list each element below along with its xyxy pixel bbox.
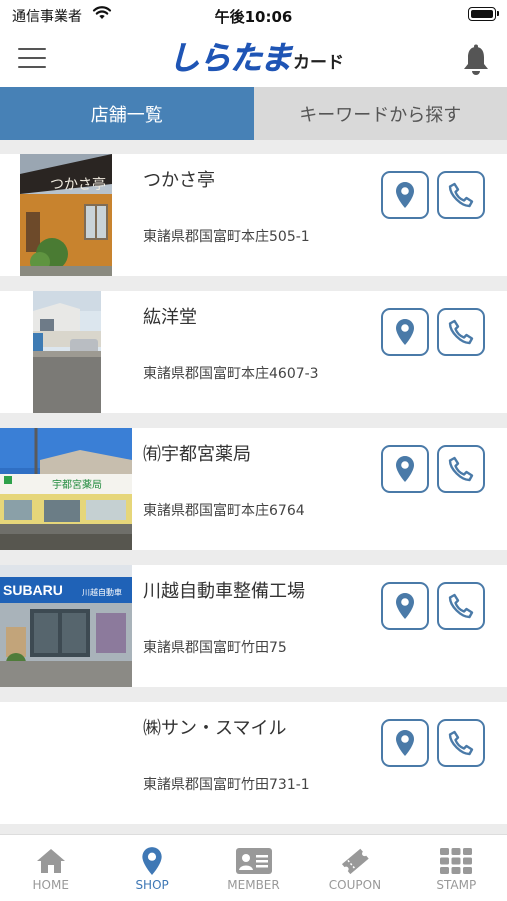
- shop-name: 川越自動車整備工場: [143, 577, 305, 603]
- phone-icon: [448, 319, 474, 345]
- battery-icon: [468, 7, 496, 21]
- shop-address: 東諸県郡国富町本庄505-1: [143, 226, 310, 246]
- logo-sub-text: カード: [293, 48, 344, 73]
- app-logo: しらたま カード: [168, 40, 344, 76]
- ticket-icon: [339, 844, 371, 878]
- shop-list-item[interactable]: SUBARU 川越自動車 川越自動車整備工場 東諸県郡国富町竹田75: [0, 565, 507, 687]
- shop-list-item[interactable]: 宇都宮薬局 ㈲宇都宮薬局 東諸県郡国富町本庄6764: [0, 428, 507, 550]
- shop-name: 紘洋堂: [143, 303, 197, 329]
- phone-button[interactable]: [437, 582, 485, 630]
- tab-keyword-search[interactable]: キーワードから探す: [254, 87, 507, 140]
- tsukasa-sign-text: つかさ亭: [50, 176, 106, 193]
- shop-photo-empty: [0, 702, 132, 824]
- map-pin-icon: [395, 181, 415, 209]
- shop-address: 東諸県郡国富町本庄4607-3: [143, 363, 319, 383]
- logo-main-text: しらたま: [168, 40, 291, 76]
- bell-icon[interactable]: [461, 44, 491, 80]
- phone-icon: [448, 456, 474, 482]
- map-pin-icon: [141, 844, 163, 878]
- tabbar-member[interactable]: MEMBER: [203, 835, 304, 901]
- tabbar-coupon[interactable]: COUPON: [304, 835, 405, 901]
- bottom-tab-bar: HOME SHOP MEMBER COUPON STAMP: [0, 834, 507, 901]
- status-bar: 通信事業者 午後10:06: [0, 0, 507, 30]
- stamp-grid-icon: [439, 844, 473, 878]
- shop-photo: 宇都宮薬局: [0, 428, 132, 550]
- shop-list-item[interactable]: つかさ亭 つかさ亭 東諸県郡国富町本庄505-1: [0, 154, 507, 276]
- phone-icon: [448, 593, 474, 619]
- tab-shop-list[interactable]: 店舗一覧: [0, 87, 254, 140]
- tabbar-home[interactable]: HOME: [0, 835, 101, 901]
- member-card-icon: [235, 844, 273, 878]
- app-header: しらたま カード: [0, 30, 507, 87]
- shop-name: ㈱サン・スマイル: [143, 714, 286, 740]
- phone-button[interactable]: [437, 445, 485, 493]
- map-button[interactable]: [381, 582, 429, 630]
- map-pin-icon: [395, 318, 415, 346]
- shop-name: つかさ亭: [143, 166, 215, 192]
- tabbar-label: HOME: [33, 878, 69, 892]
- shop-address: 東諸県郡国富町本庄6764: [143, 500, 305, 520]
- tabbar-label: SHOP: [135, 878, 168, 892]
- shop-photo: SUBARU 川越自動車: [0, 565, 132, 687]
- shop-list-item[interactable]: ㈱サン・スマイル 東諸県郡国富町竹田731-1: [0, 702, 507, 824]
- tabbar-stamp[interactable]: STAMP: [406, 835, 507, 901]
- shop-list: つかさ亭 つかさ亭 東諸県郡国富町本庄505-1: [0, 154, 507, 839]
- map-pin-icon: [395, 729, 415, 757]
- segment-tabs: 店舗一覧 キーワードから探す: [0, 87, 507, 140]
- map-pin-icon: [395, 455, 415, 483]
- tabbar-label: MEMBER: [227, 878, 279, 892]
- pharmacy-sign-text: 宇都宮薬局: [52, 478, 102, 491]
- phone-button[interactable]: [437, 308, 485, 356]
- tabbar-shop[interactable]: SHOP: [101, 835, 202, 901]
- map-button[interactable]: [381, 445, 429, 493]
- kawagoe-sign-text: 川越自動車: [82, 587, 122, 597]
- map-button[interactable]: [381, 719, 429, 767]
- phone-button[interactable]: [437, 171, 485, 219]
- shop-name: ㈲宇都宮薬局: [143, 440, 251, 466]
- shop-address: 東諸県郡国富町竹田75: [143, 637, 287, 657]
- map-button[interactable]: [381, 171, 429, 219]
- home-icon: [36, 844, 66, 878]
- shop-photo: [0, 291, 132, 413]
- shop-photo: つかさ亭: [0, 154, 132, 276]
- shop-list-item[interactable]: 紘洋堂 東諸県郡国富町本庄4607-3: [0, 291, 507, 413]
- phone-icon: [448, 182, 474, 208]
- shop-address: 東諸県郡国富町竹田731-1: [143, 774, 310, 794]
- tabbar-label: STAMP: [436, 878, 476, 892]
- phone-icon: [448, 730, 474, 756]
- clock: 午後10:06: [0, 6, 507, 27]
- tabbar-label: COUPON: [329, 878, 381, 892]
- phone-button[interactable]: [437, 719, 485, 767]
- map-button[interactable]: [381, 308, 429, 356]
- subaru-sign-text: SUBARU: [3, 582, 63, 598]
- hamburger-menu-icon[interactable]: [18, 48, 46, 70]
- map-pin-icon: [395, 592, 415, 620]
